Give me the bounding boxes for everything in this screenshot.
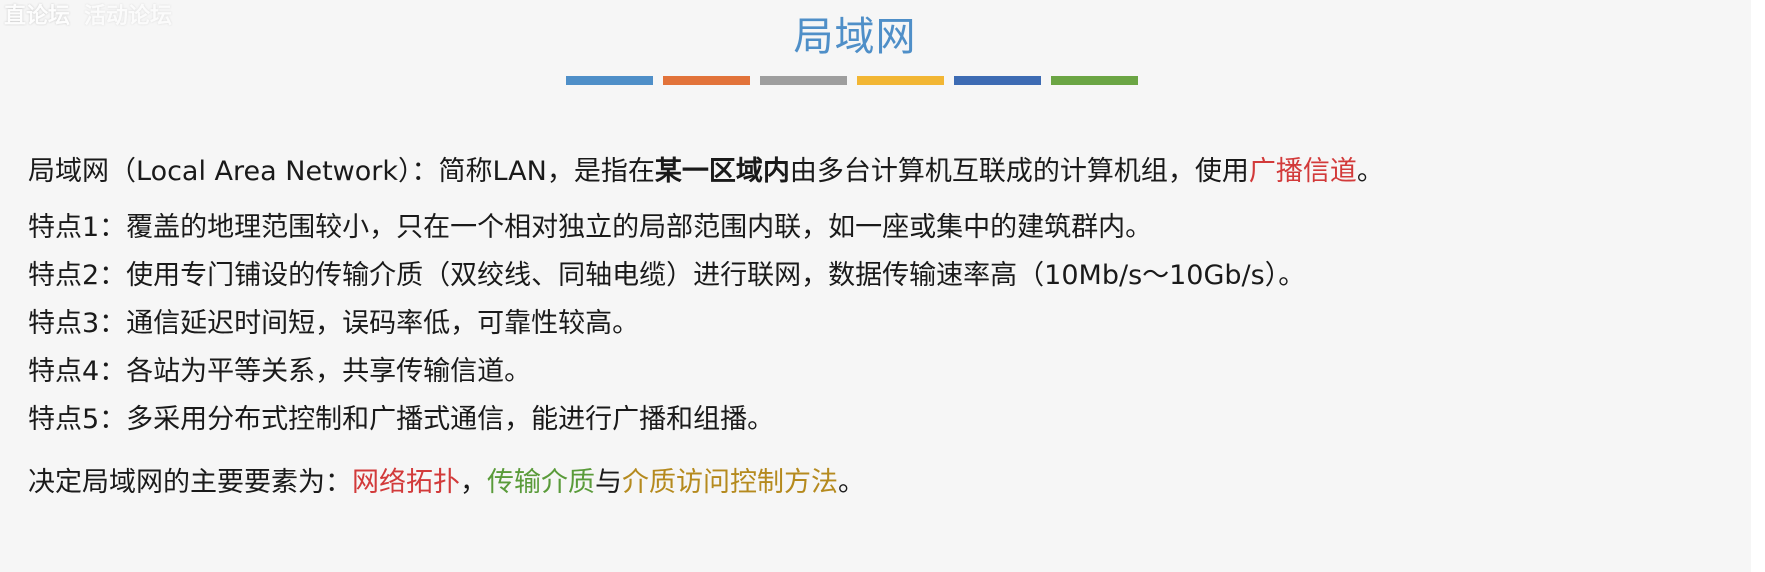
conclusion-line: 决定局域网的主要要素为：网络拓扑，传输介质与介质访问控制方法。 <box>28 466 865 500</box>
definition-text: 局域网（Local Area Network）：简称LAN，是指在 <box>28 156 655 187</box>
color-bar-blue <box>566 76 653 85</box>
title-color-bars <box>566 76 1138 85</box>
slide-title: 局域网 <box>793 14 917 60</box>
feature-2: 特点2：使用专门铺设的传输介质（双绞线、同轴电缆）进行联网，数据传输速率高（10… <box>28 260 1306 291</box>
definition-end: 。 <box>1356 156 1384 187</box>
feature-1: 特点1：覆盖的地理范围较小，只在一个相对独立的局部范围内联，如一座或集中的建筑群… <box>28 212 1153 243</box>
feature-4: 特点4：各站为平等关系，共享传输信道。 <box>28 356 532 387</box>
color-bar-orange <box>663 76 750 85</box>
conclusion-sep: ， <box>460 467 487 498</box>
definition-highlight: 广播信道 <box>1248 156 1357 187</box>
conclusion-sep-2: 与 <box>595 467 622 498</box>
color-bar-gray <box>760 76 847 85</box>
definition-bold: 某一区域内 <box>654 156 790 187</box>
color-bar-darkblue <box>954 76 1041 85</box>
conclusion-mac: 介质访问控制方法 <box>622 467 838 498</box>
feature-5: 特点5：多采用分布式控制和广播式通信，能进行广播和组播。 <box>28 404 775 435</box>
feature-3: 特点3：通信延迟时间短，误码率低，可靠性较高。 <box>28 308 640 339</box>
color-bar-yellow <box>857 76 944 85</box>
conclusion-end: 。 <box>838 467 865 498</box>
conclusion-prefix: 决定局域网的主要要素为： <box>28 467 352 498</box>
conclusion-medium: 传输介质 <box>487 467 595 498</box>
definition-text-2: 由多台计算机互联成的计算机组，使用 <box>789 156 1249 187</box>
color-bar-green <box>1051 76 1138 85</box>
conclusion-topology: 网络拓扑 <box>352 467 460 498</box>
right-edge-strip <box>1751 0 1765 572</box>
definition-line: 局域网（Local Area Network）：简称LAN，是指在某一区域内由多… <box>28 155 1384 189</box>
